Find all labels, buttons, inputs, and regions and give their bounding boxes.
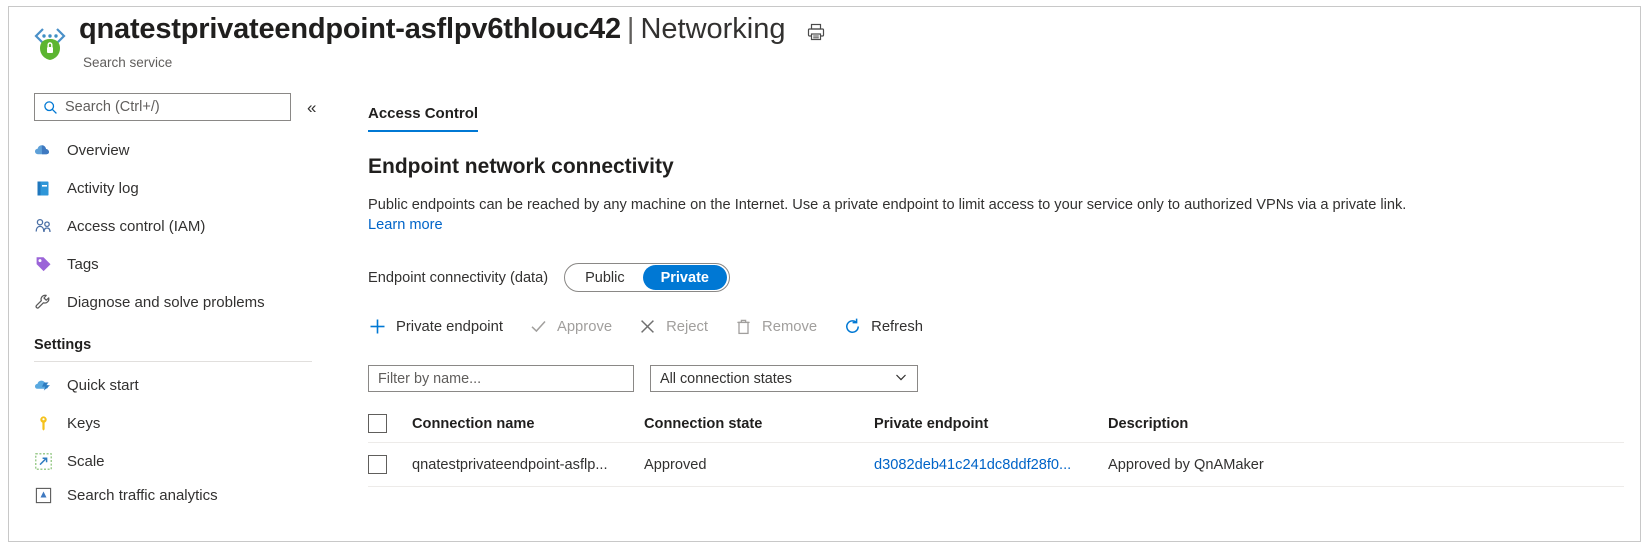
cell-connection-name: qnatestprivateendpoint-asflp... [412,457,644,473]
printer-icon[interactable] [804,20,828,44]
tab-bar: Access Control [368,105,478,132]
refresh-button[interactable]: Refresh [843,317,923,336]
cell-description: Approved by QnAMaker [1108,457,1624,473]
blade-subtitle: Search service [83,55,172,70]
connection-state-select[interactable]: All connection states [650,365,918,392]
activity-log-icon [34,179,53,198]
blade-main: Access Control Endpoint network connecti… [354,83,1640,541]
sidebar-item-diagnose[interactable]: Diagnose and solve problems [9,283,354,321]
sidebar-item-label: Quick start [67,377,139,394]
command-label: Private endpoint [396,319,503,335]
table-row[interactable]: qnatestprivateendpoint-asflp... Approved… [368,443,1624,487]
sidebar-item-label: Diagnose and solve problems [67,294,265,311]
learn-more-link[interactable]: Learn more [368,217,443,233]
sidebar-item-access-control[interactable]: Access control (IAM) [9,207,354,245]
sidebar-divider [34,361,312,362]
select-all-checkbox[interactable] [368,414,412,433]
sidebar-item-label: Activity log [67,180,139,197]
collapse-sidebar-button[interactable]: « [307,99,316,116]
cloud-icon [34,141,53,160]
toggle-option-private[interactable]: Private [643,265,727,290]
tab-access-control[interactable]: Access Control [368,105,478,132]
blade-sidebar: Search (Ctrl+/) « Overview [9,83,354,541]
wrench-icon [34,293,53,312]
checkmark-icon [529,317,548,336]
filter-by-name-input[interactable]: Filter by name... [368,365,634,392]
command-bar: Private endpoint Approve Reject [368,317,923,336]
description-text: Public endpoints can be reached by any m… [368,197,1406,213]
endpoint-connectivity-row: Endpoint connectivity (data) Public Priv… [368,263,730,292]
portal-blade: qnatestprivateendpoint-asflpv6thlouc42 |… [8,6,1641,542]
column-header-connection-name: Connection name [412,416,644,432]
row-checkbox[interactable] [368,455,412,474]
connections-table: Connection name Connection state Private… [368,405,1624,487]
refresh-icon [843,317,862,336]
plus-icon [368,317,387,336]
chevron-down-icon [894,370,908,388]
sidebar-item-label: Scale [67,453,105,470]
filter-row: Filter by name... All connection states [368,365,918,392]
section-description: Public endpoints can be reached by any m… [368,195,1620,235]
toggle-option-public[interactable]: Public [567,265,643,290]
sidebar-item-label: Access control (IAM) [67,218,205,235]
page-section-title: Networking [640,13,785,46]
quick-start-cloud-icon [34,376,53,395]
search-placeholder: Search (Ctrl+/) [65,99,160,115]
sidebar-section-settings: Settings [9,321,354,358]
sidebar-search-row: Search (Ctrl+/) « [34,93,316,121]
remove-button[interactable]: Remove [734,317,817,336]
trash-icon [734,317,753,336]
cell-private-endpoint-link[interactable]: d3082deb41c241dc8ddf28f0... [874,457,1108,473]
table-header-row: Connection name Connection state Private… [368,405,1624,443]
sidebar-item-overview[interactable]: Overview [9,131,354,169]
reject-button[interactable]: Reject [638,317,708,336]
sidebar-item-tags[interactable]: Tags [9,245,354,283]
blade-header: qnatestprivateendpoint-asflpv6thlouc42 |… [9,7,1640,79]
title-separator: | [621,13,641,46]
scale-icon [34,452,53,471]
approve-button[interactable]: Approve [529,317,612,336]
column-header-description: Description [1108,416,1624,432]
section-title: Endpoint network connectivity [368,155,674,179]
sidebar-nav: Overview Activity log [9,131,354,510]
connection-state-value: All connection states [660,371,792,387]
cross-icon [638,317,657,336]
filter-placeholder: Filter by name... [378,371,481,387]
sidebar-item-label: Keys [67,415,100,432]
tag-icon [34,255,53,274]
sidebar-item-label: Search traffic analytics [67,487,218,504]
sidebar-item-label: Tags [67,256,99,273]
page-title: qnatestprivateendpoint-asflpv6thlouc42 [79,13,621,46]
search-icon [43,100,58,115]
endpoint-connectivity-label: Endpoint connectivity (data) [368,270,548,286]
analytics-icon [34,486,53,505]
search-service-icon [27,19,71,63]
sidebar-item-quick-start[interactable]: Quick start [9,366,354,404]
command-label: Remove [762,319,817,335]
sidebar-item-search-traffic-analytics[interactable]: Search traffic analytics [9,480,354,510]
command-label: Refresh [871,319,923,335]
sidebar-item-label: Overview [67,142,130,159]
sidebar-item-scale[interactable]: Scale [9,442,354,480]
blade-title-row: qnatestprivateendpoint-asflpv6thlouc42 |… [79,13,828,46]
cell-connection-state: Approved [644,457,874,473]
command-label: Reject [666,319,708,335]
command-label: Approve [557,319,612,335]
column-header-connection-state: Connection state [644,416,874,432]
column-header-private-endpoint: Private endpoint [874,416,1108,432]
private-endpoint-button[interactable]: Private endpoint [368,317,503,336]
endpoint-connectivity-toggle[interactable]: Public Private [564,263,730,292]
key-icon [34,414,53,433]
search-input[interactable]: Search (Ctrl+/) [34,93,291,121]
sidebar-item-activity-log[interactable]: Activity log [9,169,354,207]
people-icon [34,217,53,236]
sidebar-item-keys[interactable]: Keys [9,404,354,442]
